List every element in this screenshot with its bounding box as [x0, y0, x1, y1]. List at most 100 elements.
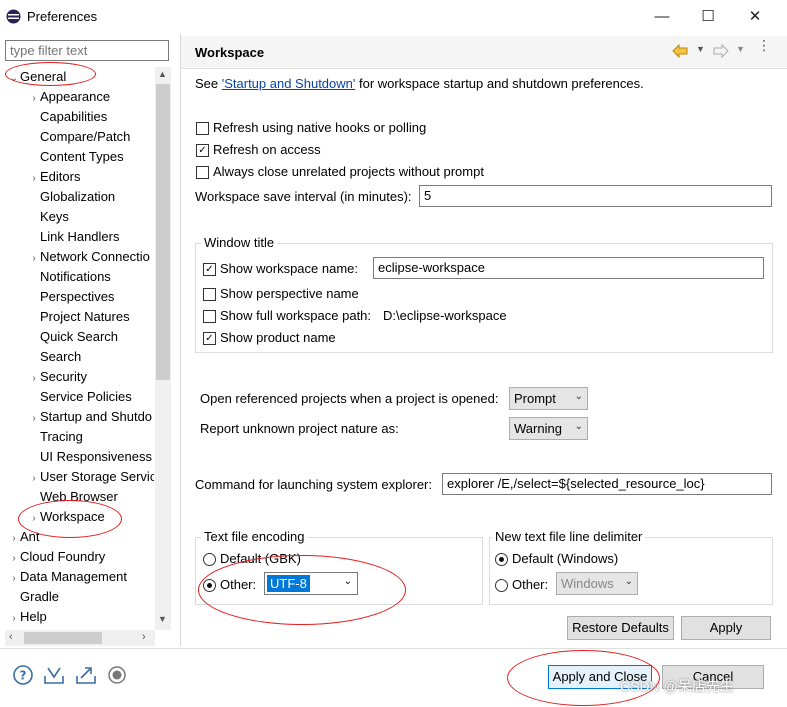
tree-item[interactable]: Link Handlers	[8, 227, 154, 247]
show-full-path-checkbox[interactable]	[203, 310, 216, 324]
scroll-right-icon[interactable]: ›	[142, 631, 146, 643]
show-ws-name-option[interactable]: ✓ Show workspace name:	[203, 261, 358, 277]
back-arrow-icon[interactable]	[672, 44, 688, 58]
scroll-up-icon[interactable]: ▲	[158, 69, 167, 79]
show-product-option[interactable]: ✓ Show product name	[203, 330, 336, 346]
tree-item[interactable]: › Help	[8, 607, 154, 627]
forward-menu-icon[interactable]: ▼	[736, 44, 745, 54]
chevron-right-icon[interactable]: ›	[28, 249, 40, 269]
minimize-button[interactable]: —	[647, 5, 677, 29]
show-full-path-option[interactable]: Show full workspace path:	[203, 308, 371, 324]
window-title-group-label: Window title	[201, 235, 278, 250]
encoding-default-radio[interactable]	[203, 553, 216, 567]
tree-item[interactable]: › Editors	[8, 167, 154, 187]
tree-item[interactable]: Content Types	[8, 147, 154, 167]
delimiter-group-label: New text file line delimiter	[492, 529, 646, 544]
tree-item[interactable]: Keys	[8, 207, 154, 227]
explorer-command-input[interactable]: explorer /E,/select=${selected_resource_…	[442, 473, 772, 495]
always-close-option[interactable]: Always close unrelated projects without …	[196, 164, 484, 180]
tree-item[interactable]: Service Policies	[8, 387, 154, 407]
record-icon[interactable]	[106, 664, 128, 686]
tree-item[interactable]: Capabilities	[8, 107, 154, 127]
scroll-left-icon[interactable]: ‹	[9, 631, 13, 643]
show-perspective-option[interactable]: Show perspective name	[203, 286, 359, 302]
chevron-right-icon[interactable]: ›	[8, 609, 20, 627]
chevron-down-icon: ⌄	[624, 576, 633, 587]
tree-item[interactable]: › Network Connectio	[8, 247, 154, 267]
tree-item[interactable]: Perspectives	[8, 287, 154, 307]
export-icon[interactable]	[75, 664, 97, 686]
chevron-right-icon[interactable]: ›	[28, 169, 40, 189]
close-button[interactable]: ✕	[740, 5, 770, 29]
save-interval-input[interactable]: 5	[419, 185, 772, 207]
tree-item[interactable]: › Data Management	[8, 567, 154, 587]
tree-item-label: Quick Search	[40, 329, 119, 344]
report-unknown-select[interactable]: Warning ⌄	[509, 417, 588, 440]
sash[interactable]	[180, 34, 181, 646]
tree-item[interactable]: › Startup and Shutdo	[8, 407, 154, 427]
view-menu-icon[interactable]: ⋮	[757, 38, 771, 52]
tree-item-label: Service Policies	[40, 389, 132, 404]
encoding-group-label: Text file encoding	[201, 529, 308, 544]
delimiter-other-radio[interactable]	[495, 579, 508, 593]
tree-item-label: Keys	[40, 209, 69, 224]
refresh-native-option[interactable]: Refresh using native hooks or polling	[196, 120, 426, 136]
delimiter-select[interactable]: Windows ⌄	[556, 572, 638, 595]
tree-item[interactable]: › Cloud Foundry	[8, 547, 154, 567]
tree-item[interactable]: Notifications	[8, 267, 154, 287]
chevron-down-icon: ⌄	[574, 391, 583, 402]
svg-text:?: ?	[20, 669, 27, 683]
open-referenced-label: Open referenced projects when a project …	[200, 391, 499, 406]
filter-input[interactable]	[5, 40, 169, 61]
tree-item-label: Notifications	[40, 269, 111, 284]
tree-item[interactable]: Gradle	[8, 587, 154, 607]
tree-item-label: Perspectives	[40, 289, 115, 304]
startup-shutdown-link[interactable]: 'Startup and Shutdown'	[222, 76, 356, 91]
show-product-checkbox[interactable]: ✓	[203, 332, 216, 346]
open-referenced-select[interactable]: Prompt ⌄	[509, 387, 588, 410]
show-ws-name-checkbox[interactable]: ✓	[203, 263, 216, 277]
show-perspective-checkbox[interactable]	[203, 288, 216, 302]
help-icon[interactable]: ?	[12, 664, 34, 686]
tree-scroll-thumb[interactable]	[156, 84, 170, 380]
always-close-checkbox[interactable]	[196, 166, 209, 180]
tree-item[interactable]: › Appearance	[8, 87, 154, 107]
delimiter-default-option[interactable]: Default (Windows)	[495, 551, 618, 567]
apply-button[interactable]: Apply	[681, 616, 771, 640]
workspace-name-input[interactable]: eclipse-workspace	[373, 257, 764, 279]
intro-text: See 'Startup and Shutdown' for workspace…	[195, 76, 644, 91]
delimiter-default-radio[interactable]	[495, 553, 508, 567]
tree-item[interactable]: Search	[8, 347, 154, 367]
tree-hscroll-thumb[interactable]	[24, 632, 102, 644]
refresh-access-option[interactable]: ✓ Refresh on access	[196, 142, 321, 158]
chevron-right-icon[interactable]: ›	[8, 569, 20, 589]
chevron-down-icon: ⌄	[574, 421, 583, 432]
delimiter-other-option[interactable]: Other:	[495, 577, 548, 593]
chevron-right-icon[interactable]: ›	[28, 369, 40, 389]
forward-arrow-icon[interactable]	[713, 44, 729, 58]
chevron-right-icon[interactable]: ›	[8, 549, 20, 569]
tree-item[interactable]: › User Storage Servic	[8, 467, 154, 487]
chevron-right-icon[interactable]: ›	[8, 529, 20, 549]
chevron-right-icon[interactable]: ›	[28, 469, 40, 489]
chevron-right-icon[interactable]: ›	[28, 89, 40, 109]
tree-item[interactable]: UI Responsiveness	[8, 447, 154, 467]
tree-item[interactable]: Compare/Patch	[8, 127, 154, 147]
report-unknown-label: Report unknown project nature as:	[200, 421, 399, 436]
restore-defaults-button[interactable]: Restore Defaults	[567, 616, 674, 640]
maximize-button[interactable]: ☐	[693, 5, 723, 29]
import-icon[interactable]	[43, 664, 65, 686]
tree-item[interactable]: Project Natures	[8, 307, 154, 327]
tree-item[interactable]: Tracing	[8, 427, 154, 447]
tree-item-label: UI Responsiveness	[40, 449, 152, 464]
tree-item[interactable]: › Security	[8, 367, 154, 387]
chevron-right-icon[interactable]: ›	[28, 409, 40, 429]
refresh-native-checkbox[interactable]	[196, 122, 209, 136]
tree-item[interactable]: Quick Search	[8, 327, 154, 347]
back-menu-icon[interactable]: ▼	[696, 44, 705, 54]
scroll-down-icon[interactable]: ▼	[158, 614, 167, 624]
tree-item-label: Project Natures	[40, 309, 130, 324]
preference-tree: ⌄ General › Appearance Capabilities Compare/…	[8, 67, 154, 627]
refresh-access-checkbox[interactable]: ✓	[196, 144, 209, 158]
tree-item[interactable]: Globalization	[8, 187, 154, 207]
